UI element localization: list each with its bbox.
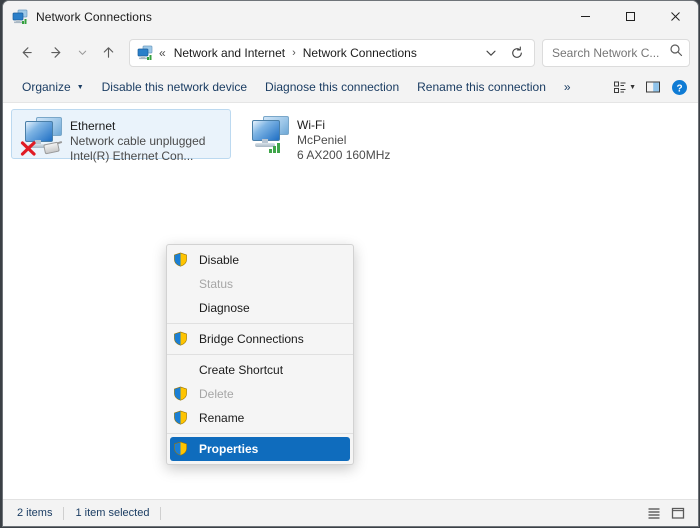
menu-item-rename[interactable]: Rename bbox=[167, 406, 353, 430]
connection-device: Intel(R) Ethernet Con... bbox=[70, 149, 194, 163]
command-bar: Organize ▼ Disable this network device D… bbox=[3, 72, 698, 103]
forward-button[interactable] bbox=[41, 39, 71, 67]
breadcrumb-overflow[interactable]: « bbox=[159, 46, 166, 60]
connection-device: 6 AX200 160MHz bbox=[297, 148, 391, 162]
view-dropdown-chevron-down-icon[interactable]: ▼ bbox=[629, 84, 636, 91]
menu-separator bbox=[167, 354, 353, 355]
organize-menu-button[interactable]: Organize ▼ bbox=[13, 76, 93, 98]
address-bar[interactable]: « Network and Internet › Network Connect… bbox=[129, 38, 535, 67]
toolbar-overflow-button[interactable]: » bbox=[555, 76, 580, 98]
menu-item-label: Create Shortcut bbox=[199, 363, 284, 377]
recent-locations-button[interactable] bbox=[71, 39, 93, 67]
menu-item-label: Bridge Connections bbox=[199, 332, 304, 346]
connections-list[interactable]: Ethernet Network cable unplugged Intel(R… bbox=[3, 103, 698, 499]
window-title: Network Connections bbox=[36, 9, 152, 24]
breadcrumb-separator: › bbox=[292, 46, 296, 59]
menu-item-label: Disable bbox=[199, 253, 240, 267]
menu-separator bbox=[167, 323, 353, 324]
menu-item-label: Status bbox=[199, 277, 234, 291]
wifi-text-block: Wi-Fi McPeniel 6 AX200 160MHz bbox=[297, 113, 390, 162]
minimize-button[interactable] bbox=[563, 1, 608, 32]
diagnose-connection-button[interactable]: Diagnose this connection bbox=[256, 76, 408, 98]
context-menu[interactable]: Disable Status Diagnose Bridge Connectio… bbox=[166, 244, 354, 465]
rename-connection-button[interactable]: Rename this connection bbox=[408, 76, 555, 98]
status-bar: 2 items 1 item selected bbox=[3, 499, 698, 526]
search-input[interactable]: Search Network C... bbox=[552, 46, 669, 60]
disable-network-device-button[interactable]: Disable this network device bbox=[93, 76, 256, 98]
help-icon[interactable]: ? bbox=[666, 75, 692, 99]
network-connections-window: Network Connections « Network and Intern… bbox=[2, 0, 699, 527]
list-item-ethernet[interactable]: Ethernet Network cable unplugged Intel(R… bbox=[11, 109, 231, 163]
network-adapter-disconnected-icon bbox=[18, 114, 66, 158]
preview-pane-icon[interactable] bbox=[640, 75, 666, 99]
navigation-bar: « Network and Internet › Network Connect… bbox=[3, 33, 698, 72]
uac-shield-icon bbox=[173, 331, 189, 347]
search-box[interactable]: Search Network C... bbox=[542, 38, 690, 67]
item-count-label: 2 items bbox=[17, 507, 53, 519]
window-controls bbox=[563, 1, 698, 32]
menu-item-label: Delete bbox=[199, 387, 234, 401]
uac-shield-icon bbox=[173, 410, 189, 426]
status-divider bbox=[63, 506, 65, 520]
connection-status: McPeniel bbox=[297, 133, 347, 147]
search-icon bbox=[669, 43, 683, 62]
menu-item-properties[interactable]: Properties bbox=[170, 437, 350, 461]
menu-item-bridge-connections[interactable]: Bridge Connections bbox=[167, 327, 353, 351]
menu-item-create-shortcut[interactable]: Create Shortcut bbox=[167, 358, 353, 382]
menu-item-disable[interactable]: Disable bbox=[167, 248, 353, 272]
menu-item-delete: Delete bbox=[167, 382, 353, 406]
details-view-icon[interactable] bbox=[642, 502, 666, 524]
maximize-button[interactable] bbox=[608, 1, 653, 32]
menu-item-label: Properties bbox=[199, 442, 259, 456]
uac-shield-icon bbox=[173, 252, 189, 268]
ethernet-text-block: Ethernet Network cable unplugged Intel(R… bbox=[70, 114, 206, 163]
menu-item-status: Status bbox=[167, 272, 353, 296]
network-connections-icon bbox=[12, 9, 28, 25]
close-button[interactable] bbox=[653, 1, 698, 32]
selection-count-label: 1 item selected bbox=[75, 507, 150, 519]
breadcrumb-network-and-internet[interactable]: Network and Internet bbox=[172, 44, 287, 62]
connection-name: Wi-Fi bbox=[297, 118, 325, 132]
svg-text:?: ? bbox=[676, 83, 682, 94]
menu-separator bbox=[167, 433, 353, 434]
up-button[interactable] bbox=[93, 39, 123, 67]
uac-shield-icon bbox=[173, 386, 189, 402]
menu-item-label: Diagnose bbox=[199, 301, 250, 315]
network-adapter-wireless-icon bbox=[245, 113, 293, 157]
menu-item-label: Rename bbox=[199, 411, 245, 425]
network-icon bbox=[137, 45, 153, 61]
refresh-button[interactable] bbox=[504, 41, 530, 65]
back-button[interactable] bbox=[11, 39, 41, 67]
title-bar[interactable]: Network Connections bbox=[3, 1, 698, 33]
address-dropdown-button[interactable] bbox=[478, 41, 504, 65]
organize-label: Organize bbox=[22, 80, 71, 94]
connection-name: Ethernet bbox=[70, 119, 116, 133]
connection-status: Network cable unplugged bbox=[70, 134, 206, 148]
breadcrumb-network-connections[interactable]: Network Connections bbox=[301, 44, 419, 62]
menu-item-diagnose[interactable]: Diagnose bbox=[167, 296, 353, 320]
chevron-down-icon: ▼ bbox=[76, 83, 84, 91]
uac-shield-icon bbox=[173, 441, 189, 457]
status-divider bbox=[160, 506, 162, 520]
large-icons-view-icon[interactable] bbox=[666, 502, 690, 524]
list-item-wifi[interactable]: Wi-Fi McPeniel 6 AX200 160MHz bbox=[239, 109, 459, 162]
